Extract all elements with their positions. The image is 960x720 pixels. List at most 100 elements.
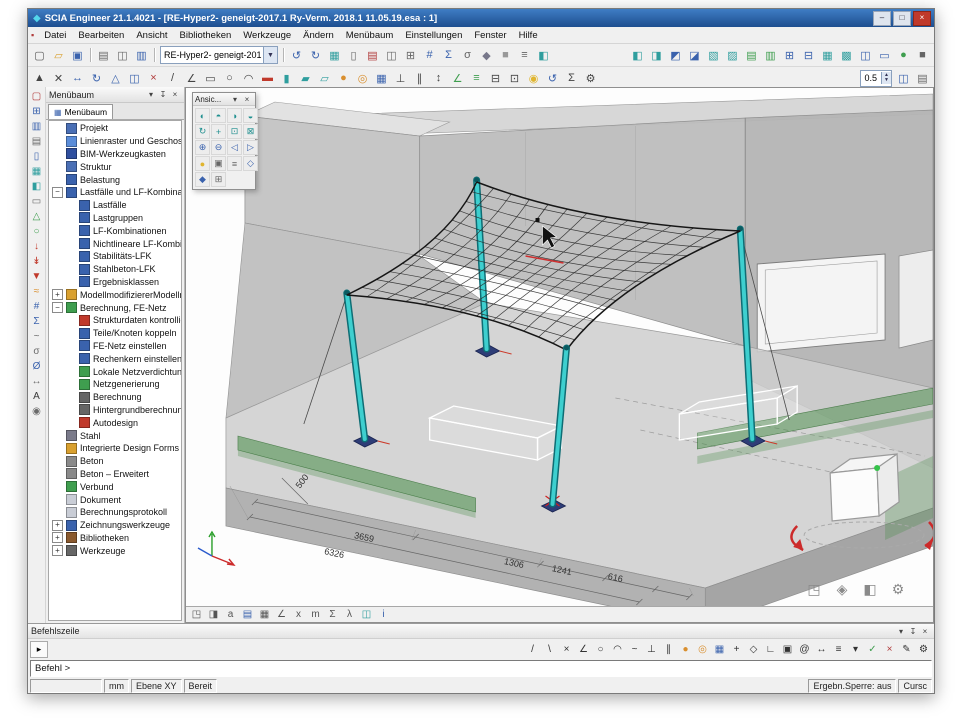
tree-item[interactable]: Strukturdaten kontrollieren bbox=[49, 314, 181, 327]
font-size-icon[interactable]: a bbox=[222, 607, 239, 623]
3d-viewport[interactable]: 500 3659 6326 1306 1241 616 bbox=[185, 87, 934, 623]
tree-item[interactable]: Integrierte Design Forms bbox=[49, 442, 181, 455]
member-label-icon[interactable]: ▥ bbox=[761, 46, 780, 64]
tab-menubaum[interactable]: ▦ Menübaum bbox=[48, 104, 113, 119]
pan-view-icon[interactable]: + bbox=[211, 124, 226, 139]
engineering-report-icon[interactable]: ▤ bbox=[363, 46, 382, 64]
grid-display-icon[interactable]: ▦ bbox=[818, 46, 837, 64]
beam-icon[interactable]: ▤ bbox=[29, 134, 44, 149]
bill-of-material-icon[interactable]: ≡ bbox=[515, 46, 534, 64]
axonometric-view-icon[interactable]: ◒ bbox=[243, 108, 258, 123]
line-tool-icon[interactable]: / bbox=[163, 69, 182, 87]
view-xz-icon[interactable]: ◐ bbox=[195, 108, 210, 123]
tree-item[interactable]: Projekt bbox=[49, 122, 181, 135]
menu-item[interactable]: Werkzeuge bbox=[237, 30, 297, 41]
tree-item[interactable]: Linienraster und Geschosse bbox=[49, 135, 181, 148]
tree-expander[interactable] bbox=[52, 187, 63, 198]
tree-item[interactable]: Hintergrundberechnung bbox=[49, 404, 181, 417]
section-display-icon[interactable]: ◫ bbox=[358, 607, 375, 623]
minimize-button[interactable]: – bbox=[873, 11, 891, 26]
new-document-icon[interactable]: ▢ bbox=[30, 46, 49, 64]
intersect-icon[interactable]: ✕ bbox=[49, 69, 68, 87]
dimension-tool-icon[interactable]: ↔ bbox=[29, 374, 44, 389]
scale-spinner[interactable]: 0.5 ▲▼ bbox=[860, 70, 892, 87]
tree-item[interactable]: Lokale Netzverdichtung bbox=[49, 365, 181, 378]
snap-tangent-icon[interactable]: ~ bbox=[626, 641, 643, 658]
selection-icon[interactable]: ▢ bbox=[29, 89, 44, 104]
tree-expander[interactable] bbox=[52, 289, 63, 300]
zoom-all-icon[interactable]: ⊠ bbox=[243, 124, 258, 139]
coords-icon[interactable]: x bbox=[290, 607, 307, 623]
tree-item[interactable]: Struktur bbox=[49, 160, 181, 173]
edit-command-icon[interactable]: ✎ bbox=[898, 641, 915, 658]
menu-item[interactable]: Bearbeiten bbox=[72, 30, 130, 41]
command-history-icon[interactable]: ▸ bbox=[30, 641, 48, 658]
tree-item[interactable]: Dokument bbox=[49, 493, 181, 506]
snap-backslash-icon[interactable]: \ bbox=[541, 641, 558, 658]
visibility-toggle-icon[interactable]: ● bbox=[894, 46, 913, 64]
node-label-icon[interactable]: ▤ bbox=[742, 46, 761, 64]
tree-item[interactable]: ModellmodifiziererModellmodi bbox=[49, 288, 181, 301]
solver-icon[interactable]: Σ bbox=[439, 46, 458, 64]
table-results-icon[interactable]: ▦ bbox=[325, 46, 344, 64]
clipping-box-icon[interactable]: ▭ bbox=[875, 46, 894, 64]
cancel-icon[interactable]: × bbox=[881, 641, 898, 658]
snap-circle-icon[interactable]: ○ bbox=[592, 641, 609, 658]
filter-icon[interactable]: ▾ bbox=[847, 641, 864, 658]
status-plane[interactable]: Ebene XY bbox=[131, 679, 182, 693]
tree-item[interactable]: Bibliotheken bbox=[49, 532, 181, 545]
building-model[interactable] bbox=[226, 94, 933, 606]
tree-item[interactable]: Berechnungsprotokoll bbox=[49, 506, 181, 519]
solid-view-icon[interactable]: ◪ bbox=[685, 46, 704, 64]
menu-item[interactable]: Bibliotheken bbox=[174, 30, 238, 41]
column-icon[interactable]: ▯ bbox=[29, 149, 44, 164]
clip-plane-icon[interactable]: ⊡ bbox=[505, 69, 524, 87]
results-sum-icon[interactable]: Σ bbox=[29, 314, 44, 329]
perspective-toggle-icon[interactable]: ◳ bbox=[188, 607, 205, 623]
member-icon[interactable]: ▥ bbox=[29, 119, 44, 134]
close-button[interactable]: × bbox=[913, 11, 931, 26]
tree-item[interactable]: Ergebnisklassen bbox=[49, 276, 181, 289]
document-preview-icon[interactable]: ▥ bbox=[132, 46, 151, 64]
point-load-icon[interactable]: ↓ bbox=[29, 239, 44, 254]
steel-check-icon[interactable]: ◆ bbox=[477, 46, 496, 64]
clipping-icon[interactable]: ▣ bbox=[211, 156, 226, 171]
tree-item[interactable]: Stahlbeton-LFK bbox=[49, 263, 181, 276]
redo-icon[interactable]: ↻ bbox=[306, 46, 325, 64]
palette-close-icon[interactable]: × bbox=[241, 94, 253, 105]
zoom-window-icon[interactable]: ⊡ bbox=[227, 124, 242, 139]
menu-item[interactable]: Ansicht bbox=[130, 30, 173, 41]
tree-item[interactable]: Werkzeuge bbox=[49, 544, 181, 557]
surface-load-icon[interactable]: ▼ bbox=[29, 269, 44, 284]
view-options-icon[interactable]: ■ bbox=[913, 46, 932, 64]
ortho-icon[interactable]: ⊥ bbox=[391, 69, 410, 87]
camera-icon[interactable]: ◉ bbox=[29, 404, 44, 419]
sum-icon[interactable]: Σ bbox=[562, 69, 581, 87]
tree-item[interactable]: LF-Kombinationen bbox=[49, 224, 181, 237]
snap-arc-icon[interactable]: ◠ bbox=[609, 641, 626, 658]
arc-tool-icon[interactable]: ◠ bbox=[239, 69, 258, 87]
tree-item[interactable]: Lastfälle bbox=[49, 199, 181, 212]
transparent-view-icon[interactable]: ◩ bbox=[666, 46, 685, 64]
info-icon[interactable]: i bbox=[375, 607, 392, 623]
previous-view-icon[interactable]: ◁ bbox=[227, 140, 242, 155]
render-mode-icon[interactable]: ◨ bbox=[205, 607, 222, 623]
rotate-entity-icon[interactable]: ↻ bbox=[87, 69, 106, 87]
snap-node-icon[interactable]: ● bbox=[677, 641, 694, 658]
stress-icon[interactable]: σ bbox=[29, 344, 44, 359]
engineering-desk-icon[interactable]: ◧ bbox=[534, 46, 553, 64]
scale-icon[interactable]: △ bbox=[106, 69, 125, 87]
text-label-icon[interactable]: A bbox=[29, 389, 44, 404]
tree-expander[interactable] bbox=[52, 532, 63, 543]
snap-angle-icon[interactable]: ∠ bbox=[575, 641, 592, 658]
open-folder-icon[interactable]: ▱ bbox=[49, 46, 68, 64]
close-icon[interactable]: × bbox=[169, 89, 181, 100]
tree-item[interactable]: Netzgenerierung bbox=[49, 378, 181, 391]
layer-manager-icon[interactable]: ▤ bbox=[913, 69, 932, 87]
wall-icon[interactable]: ◧ bbox=[29, 179, 44, 194]
status-result-lock[interactable]: Ergebn.Sperre: aus bbox=[808, 679, 896, 693]
tree-expander[interactable] bbox=[52, 545, 63, 556]
angle-icon[interactable]: ∠ bbox=[448, 69, 467, 87]
menu-item[interactable]: Ändern bbox=[297, 30, 340, 41]
shaded-icon[interactable]: ◆ bbox=[195, 172, 210, 187]
